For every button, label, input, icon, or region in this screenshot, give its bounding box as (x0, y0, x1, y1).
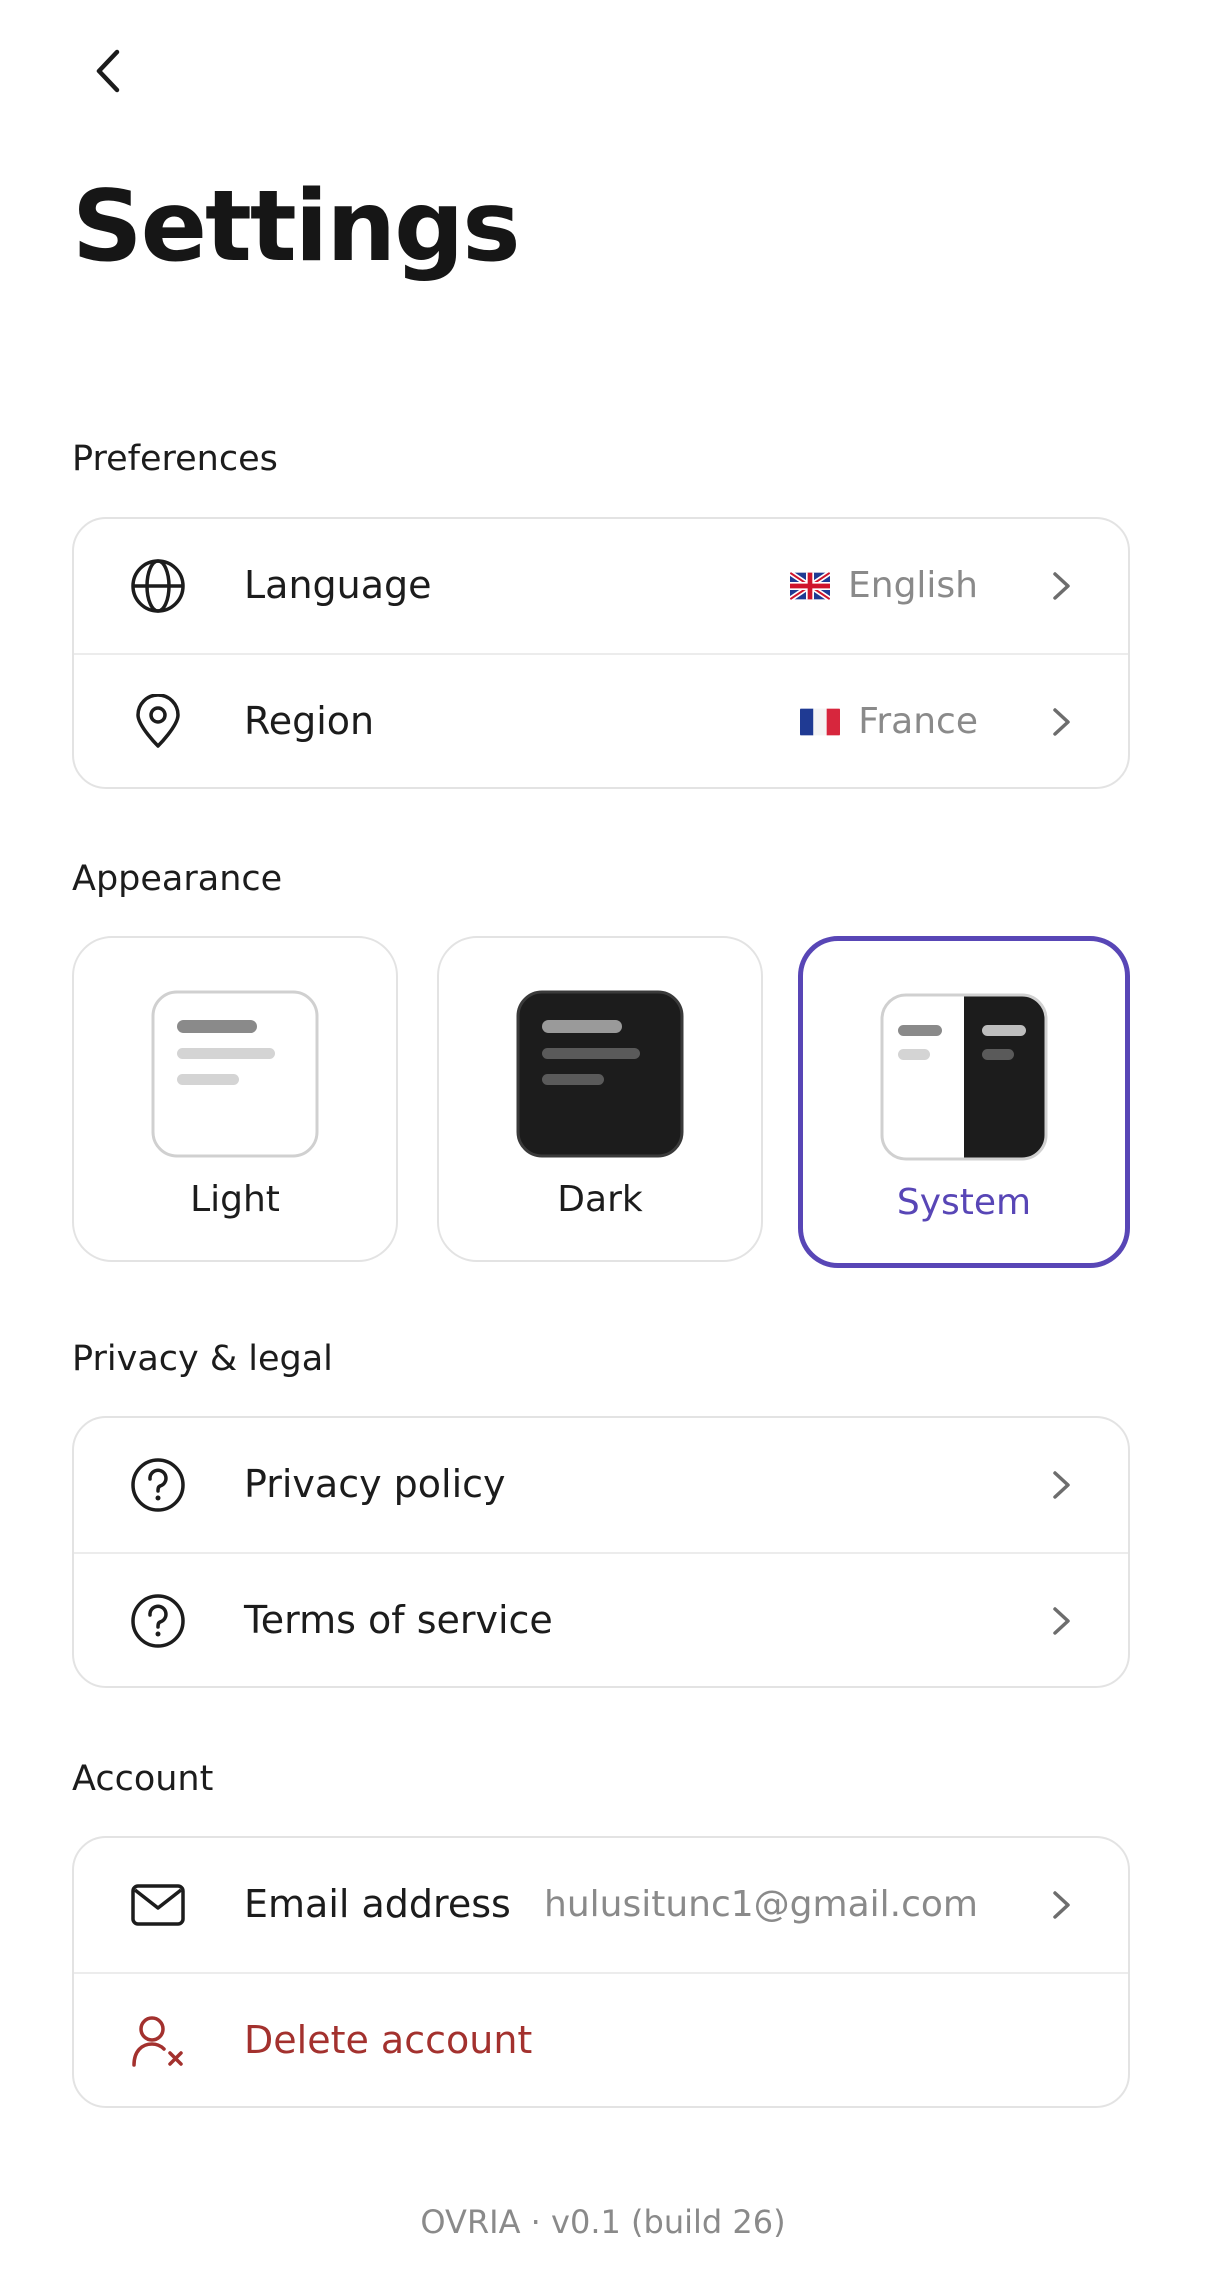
language-value: English (790, 566, 978, 606)
privacy-policy-row[interactable]: Privacy policy (74, 1418, 1128, 1552)
flag-uk-icon (790, 571, 830, 600)
terms-of-service-label: Terms of service (244, 1598, 553, 1642)
region-value: France (800, 702, 978, 742)
chevron-right-icon (1053, 572, 1070, 600)
section-label-appearance: Appearance (72, 859, 283, 899)
privacy-card: Privacy policy Terms of service (72, 1416, 1130, 1688)
light-theme-preview-icon (151, 990, 319, 1158)
user-remove-icon (132, 2016, 183, 2067)
chevron-right-icon (1053, 708, 1070, 736)
location-pin-icon (136, 694, 180, 748)
region-label: Region (244, 699, 375, 743)
theme-label-system: System (896, 1182, 1032, 1223)
flag-france-icon (800, 708, 841, 736)
language-row[interactable]: Language English (74, 519, 1128, 653)
preferences-card: Language English Region France (72, 517, 1130, 789)
section-label-privacy: Privacy & legal (72, 1339, 333, 1379)
theme-label-light: Light (190, 1179, 280, 1220)
section-label-preferences: Preferences (72, 439, 278, 479)
theme-option-system[interactable]: System (798, 936, 1130, 1268)
email-address-row[interactable]: Email address hulusitunc1@gmail.com (74, 1838, 1128, 1972)
help-circle-icon (131, 1458, 185, 1512)
globe-icon (131, 559, 185, 613)
email-address-value: hulusitunc1@gmail.com (544, 1884, 978, 1925)
theme-option-dark[interactable]: Dark (437, 936, 763, 1262)
chevron-right-icon (1053, 1607, 1070, 1635)
page-title: Settings (72, 170, 521, 284)
dark-theme-preview-icon (516, 990, 684, 1158)
language-value-text: English (848, 565, 978, 606)
account-card: Email address hulusitunc1@gmail.com Dele… (72, 1836, 1130, 2108)
app-version: OVRIA · v0.1 (build 26) (420, 2203, 786, 2241)
help-circle-icon (131, 1594, 185, 1648)
terms-of-service-row[interactable]: Terms of service (74, 1552, 1128, 1686)
email-address-label: Email address (244, 1882, 511, 1926)
theme-label-dark: Dark (557, 1179, 643, 1220)
delete-account-row[interactable]: Delete account (74, 1972, 1128, 2106)
privacy-policy-label: Privacy policy (244, 1462, 506, 1506)
chevron-left-icon (96, 49, 120, 93)
delete-account-label: Delete account (244, 2018, 533, 2062)
section-label-account: Account (72, 1759, 214, 1799)
chevron-right-icon (1053, 1891, 1070, 1919)
system-theme-preview-icon (880, 993, 1048, 1161)
region-value-text: France (858, 701, 978, 742)
region-row[interactable]: Region France (74, 653, 1128, 787)
back-button[interactable] (78, 40, 140, 102)
chevron-right-icon (1053, 1471, 1070, 1499)
mail-icon (131, 1884, 185, 1926)
theme-option-light[interactable]: Light (72, 936, 398, 1262)
language-label: Language (244, 563, 432, 607)
